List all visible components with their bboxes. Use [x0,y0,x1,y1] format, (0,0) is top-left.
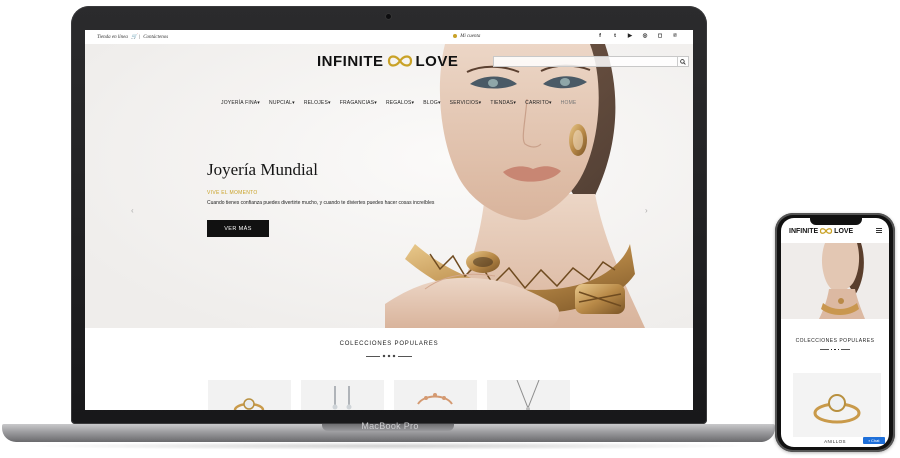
product-card-earrings[interactable] [301,380,384,410]
nav-item-blog[interactable]: BLOG▾ [423,100,440,106]
mobile-hero-photo [781,243,889,319]
hero-tagline: VIVE EL MOMENTO [207,190,258,196]
nav-item-nupcial[interactable]: NUPCIAL▾ [269,100,295,106]
nav-label: BLOG [423,100,438,106]
account-link[interactable]: Mi cuenta [453,34,480,39]
mobile-hero-image [781,243,889,319]
chat-button[interactable]: ▪ Chat [863,437,885,444]
nav-label: NUPCIAL [269,100,293,106]
top-bar: Tienda en línea 🛒 | Contáctenos Mi cuent… [85,30,693,44]
hero-image [85,44,693,328]
contact-link[interactable]: Contáctenos [143,35,168,40]
hamburger-menu-icon[interactable] [876,228,882,233]
facebook-icon[interactable]: f [597,33,603,39]
nav-item-carrito[interactable]: CARRITO▾ [525,100,552,106]
chat-label: Chat [870,438,880,443]
mobile-logo-right: LOVE [834,227,854,235]
pinterest-icon[interactable]: ℗ [672,33,678,39]
nav-item-regalos[interactable]: REGALOS▾ [386,100,414,106]
youtube-icon[interactable]: ▶ [627,33,633,39]
nav-label: RELOJES [303,100,328,106]
nav-label: SERVICIOS [449,100,479,106]
nav-label: FRAGANCIAS [339,100,375,106]
phone-screen: INFINITE LOVE COLECCIONES POPULARES ANIL… [781,218,889,447]
nav-label: TIENDAS [490,100,514,106]
laptop-model-label: MacBook Pro [361,421,419,431]
earrings-image [332,386,352,410]
mobile-logo-left: INFINITE [789,227,819,235]
mobile-section-divider [815,348,855,351]
product-grid [208,380,570,410]
slider-prev-arrow[interactable]: ‹ [131,206,134,215]
site-logo[interactable]: INFINITE LOVE [317,52,458,70]
mobile-logo[interactable]: INFINITE LOVE [789,227,853,235]
mobile-ring-image [813,394,861,424]
necklace-image [516,380,540,410]
nav-item-fragancias[interactable]: FRAGANCIAS▾ [340,100,377,106]
logo-text-left: INFINITE [317,52,384,70]
account-label: Mi cuenta [460,34,481,40]
hero-title: Joyería Mundial [207,160,318,179]
collections-title: COLECCIONES POPULARES [339,341,439,347]
section-divider [359,354,419,358]
store-online-text: Tienda en línea [97,35,128,40]
whatsapp-icon[interactable]: ◎ [642,33,648,39]
infinity-icon [387,55,412,67]
nav-label: HOME [560,100,577,106]
nav-label: REGALOS [385,100,412,106]
product-card-ring[interactable] [208,380,291,410]
search-button[interactable] [677,57,688,66]
phone-notch [810,218,862,225]
slider-next-arrow[interactable]: › [645,206,648,215]
infinity-icon [820,228,833,234]
main-navigation: JOYERÍA FINA▾ NUPCIAL▾ RELOJES▾ FRAGANCI… [221,100,576,106]
nav-item-tiendas[interactable]: TIENDAS▾ [490,100,516,106]
user-icon [453,34,457,38]
product-card-bracelet[interactable] [394,380,477,410]
nav-label: CARRITO [525,100,549,106]
hero-description: Cuando tienes confianza puedes divertirt… [207,200,435,206]
twitter-icon[interactable]: t [612,33,618,39]
nav-item-joyeria-fina[interactable]: JOYERÍA FINA▾ [221,100,260,106]
ver-mas-button[interactable]: VER MÁS [207,220,269,237]
social-links: f t ▶ ◎ ◻ ℗ [597,33,678,39]
laptop-shadow [20,442,760,450]
search-input[interactable] [493,56,689,67]
chat-icon: ▪ [868,438,870,443]
laptop-camera [386,14,391,19]
nav-item-servicios[interactable]: SERVICIOS▾ [450,100,482,106]
mobile-collections-title: COLECCIONES POPULARES [795,338,875,344]
nav-item-home[interactable]: HOME [561,100,577,106]
nav-item-relojes[interactable]: RELOJES▾ [304,100,331,106]
search-icon [680,58,686,65]
laptop-screen: Tienda en línea 🛒 | Contáctenos Mi cuent… [85,30,693,410]
top-bar-left: Tienda en línea 🛒 | Contáctenos [97,34,168,40]
instagram-icon[interactable]: ◻ [657,33,663,39]
hero-slider: INFINITE LOVE JOYERÍA FINA▾ NUPCIAL▾ REL… [85,44,693,328]
nav-label: JOYERÍA FINA [221,100,258,106]
popular-collections: COLECCIONES POPULARES [85,328,693,410]
bracelet-image [417,393,453,405]
ring-image [233,398,265,410]
product-card-necklace[interactable] [487,380,570,410]
logo-text-right: LOVE [415,52,459,70]
top-bar-separator: 🛒 | [131,35,140,40]
mobile-product-card[interactable] [793,373,881,437]
